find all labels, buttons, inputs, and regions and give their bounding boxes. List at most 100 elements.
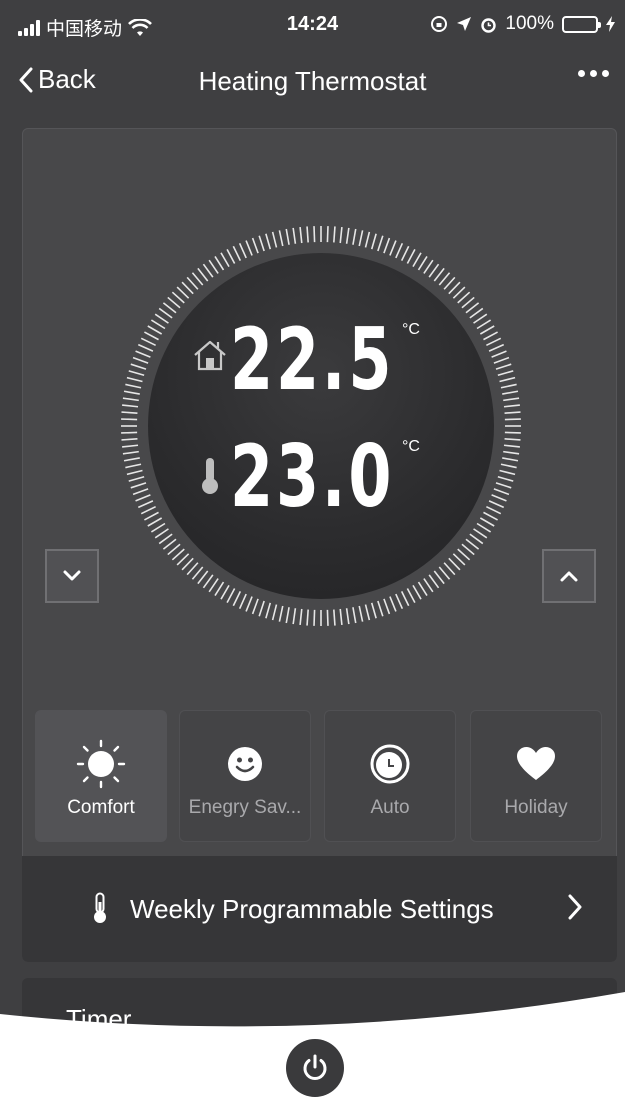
dial-tick (423, 578, 434, 593)
dial-tick (499, 376, 516, 383)
dial-tick (469, 533, 484, 545)
dial-tick (306, 226, 309, 243)
dial-tick (191, 566, 204, 580)
target-temp-row: 22.5 °C (190, 315, 420, 405)
dial-tick (448, 557, 461, 571)
dial-tick (197, 267, 209, 282)
dial-tick (171, 548, 185, 561)
dial-tick (473, 313, 488, 324)
dial-tick (383, 598, 391, 615)
dial-tick (232, 245, 242, 261)
dial-tick (238, 593, 247, 610)
dial-tick (140, 505, 156, 515)
chevron-down-icon (63, 570, 81, 581)
dial-tick (121, 418, 138, 421)
dial-tick (438, 566, 451, 580)
decrease-temp-button[interactable] (45, 549, 99, 603)
dial-tick (292, 227, 297, 244)
target-temp-unit: °C (402, 321, 420, 338)
dial-tick (128, 475, 145, 482)
dial-tick (364, 231, 371, 248)
dial-tick (121, 438, 138, 441)
dial-tick (469, 307, 484, 319)
dial-tick (370, 602, 377, 619)
dial-tick (504, 431, 521, 434)
dial-tick (443, 276, 456, 290)
dial-tick (285, 228, 290, 245)
dial-tick (122, 450, 139, 455)
dial-tick (245, 596, 253, 612)
dial-tick (265, 602, 272, 619)
current-temperature: 23.0 (230, 427, 395, 527)
dial-tick (503, 444, 520, 448)
dial-tick (271, 604, 278, 621)
dial-tick (483, 331, 498, 341)
dial-tick (452, 286, 466, 299)
dial-tick (358, 605, 364, 622)
dial-tick (406, 588, 416, 603)
mode-label: Enegry Sav... (188, 797, 302, 818)
dial-tick (150, 319, 166, 330)
dial-tick (176, 286, 190, 299)
dial-tick (125, 463, 142, 469)
dial-tick (208, 578, 219, 593)
dial-tick (132, 488, 149, 496)
dial-tick (147, 517, 163, 527)
dial-tick (443, 562, 456, 576)
dial-tick (502, 390, 519, 395)
dial-tick (503, 404, 520, 408)
dial-tick (476, 522, 492, 533)
dial-tick (333, 226, 336, 243)
dial-tick (488, 500, 505, 509)
clock-icon (325, 739, 455, 789)
power-button[interactable] (286, 1039, 344, 1097)
dial-tick (128, 370, 145, 377)
dot-icon (578, 70, 585, 77)
dial-tick (499, 469, 516, 476)
mode-holiday[interactable]: Holiday (470, 710, 602, 842)
dial-tick (226, 588, 236, 603)
dial-tick (214, 581, 225, 597)
increase-temp-button[interactable] (542, 549, 596, 603)
more-options-button[interactable] (578, 70, 609, 77)
dial-tick (135, 494, 151, 502)
dial-tick (493, 488, 510, 496)
dial-tick (383, 237, 391, 254)
dial-tick (473, 528, 488, 539)
dial-tick (497, 370, 514, 377)
dial-tick (389, 240, 397, 256)
dial-tick (345, 227, 350, 244)
dial-tick (491, 494, 507, 502)
mode-energy-saving[interactable]: Enegry Sav... (179, 710, 311, 842)
dial-tick (126, 469, 143, 476)
mode-auto[interactable]: Auto (324, 710, 456, 842)
dial-tick (377, 600, 384, 617)
battery-percent: 100% (505, 13, 554, 34)
chevron-right-icon (567, 894, 583, 925)
dial-tick (292, 608, 297, 625)
dial-tick (202, 263, 214, 278)
house-icon (190, 339, 230, 371)
dial-tick (271, 231, 278, 248)
dial-tick (417, 581, 428, 597)
dial-tick (313, 609, 316, 626)
dial-tick (479, 517, 495, 527)
dial-tick (500, 383, 517, 389)
dial-tick (258, 600, 265, 617)
dial-tick (457, 291, 471, 304)
current-temp-row: 23.0 °C (190, 432, 420, 522)
dial-tick (433, 570, 445, 585)
weekly-settings-row[interactable]: Weekly Programmable Settings (22, 856, 617, 962)
dial-tick (162, 538, 177, 550)
dial-tick (154, 528, 169, 539)
dial-tick (476, 319, 492, 330)
mode-comfort[interactable]: Comfort (35, 710, 167, 842)
dial-tick (503, 450, 520, 455)
dial-tick (465, 538, 480, 550)
dial-tick (238, 242, 247, 259)
dial-tick (278, 605, 284, 622)
dial-tick (150, 522, 166, 533)
dot-icon (602, 70, 609, 77)
current-temp-unit: °C (402, 438, 420, 455)
dial-tick (122, 404, 139, 408)
